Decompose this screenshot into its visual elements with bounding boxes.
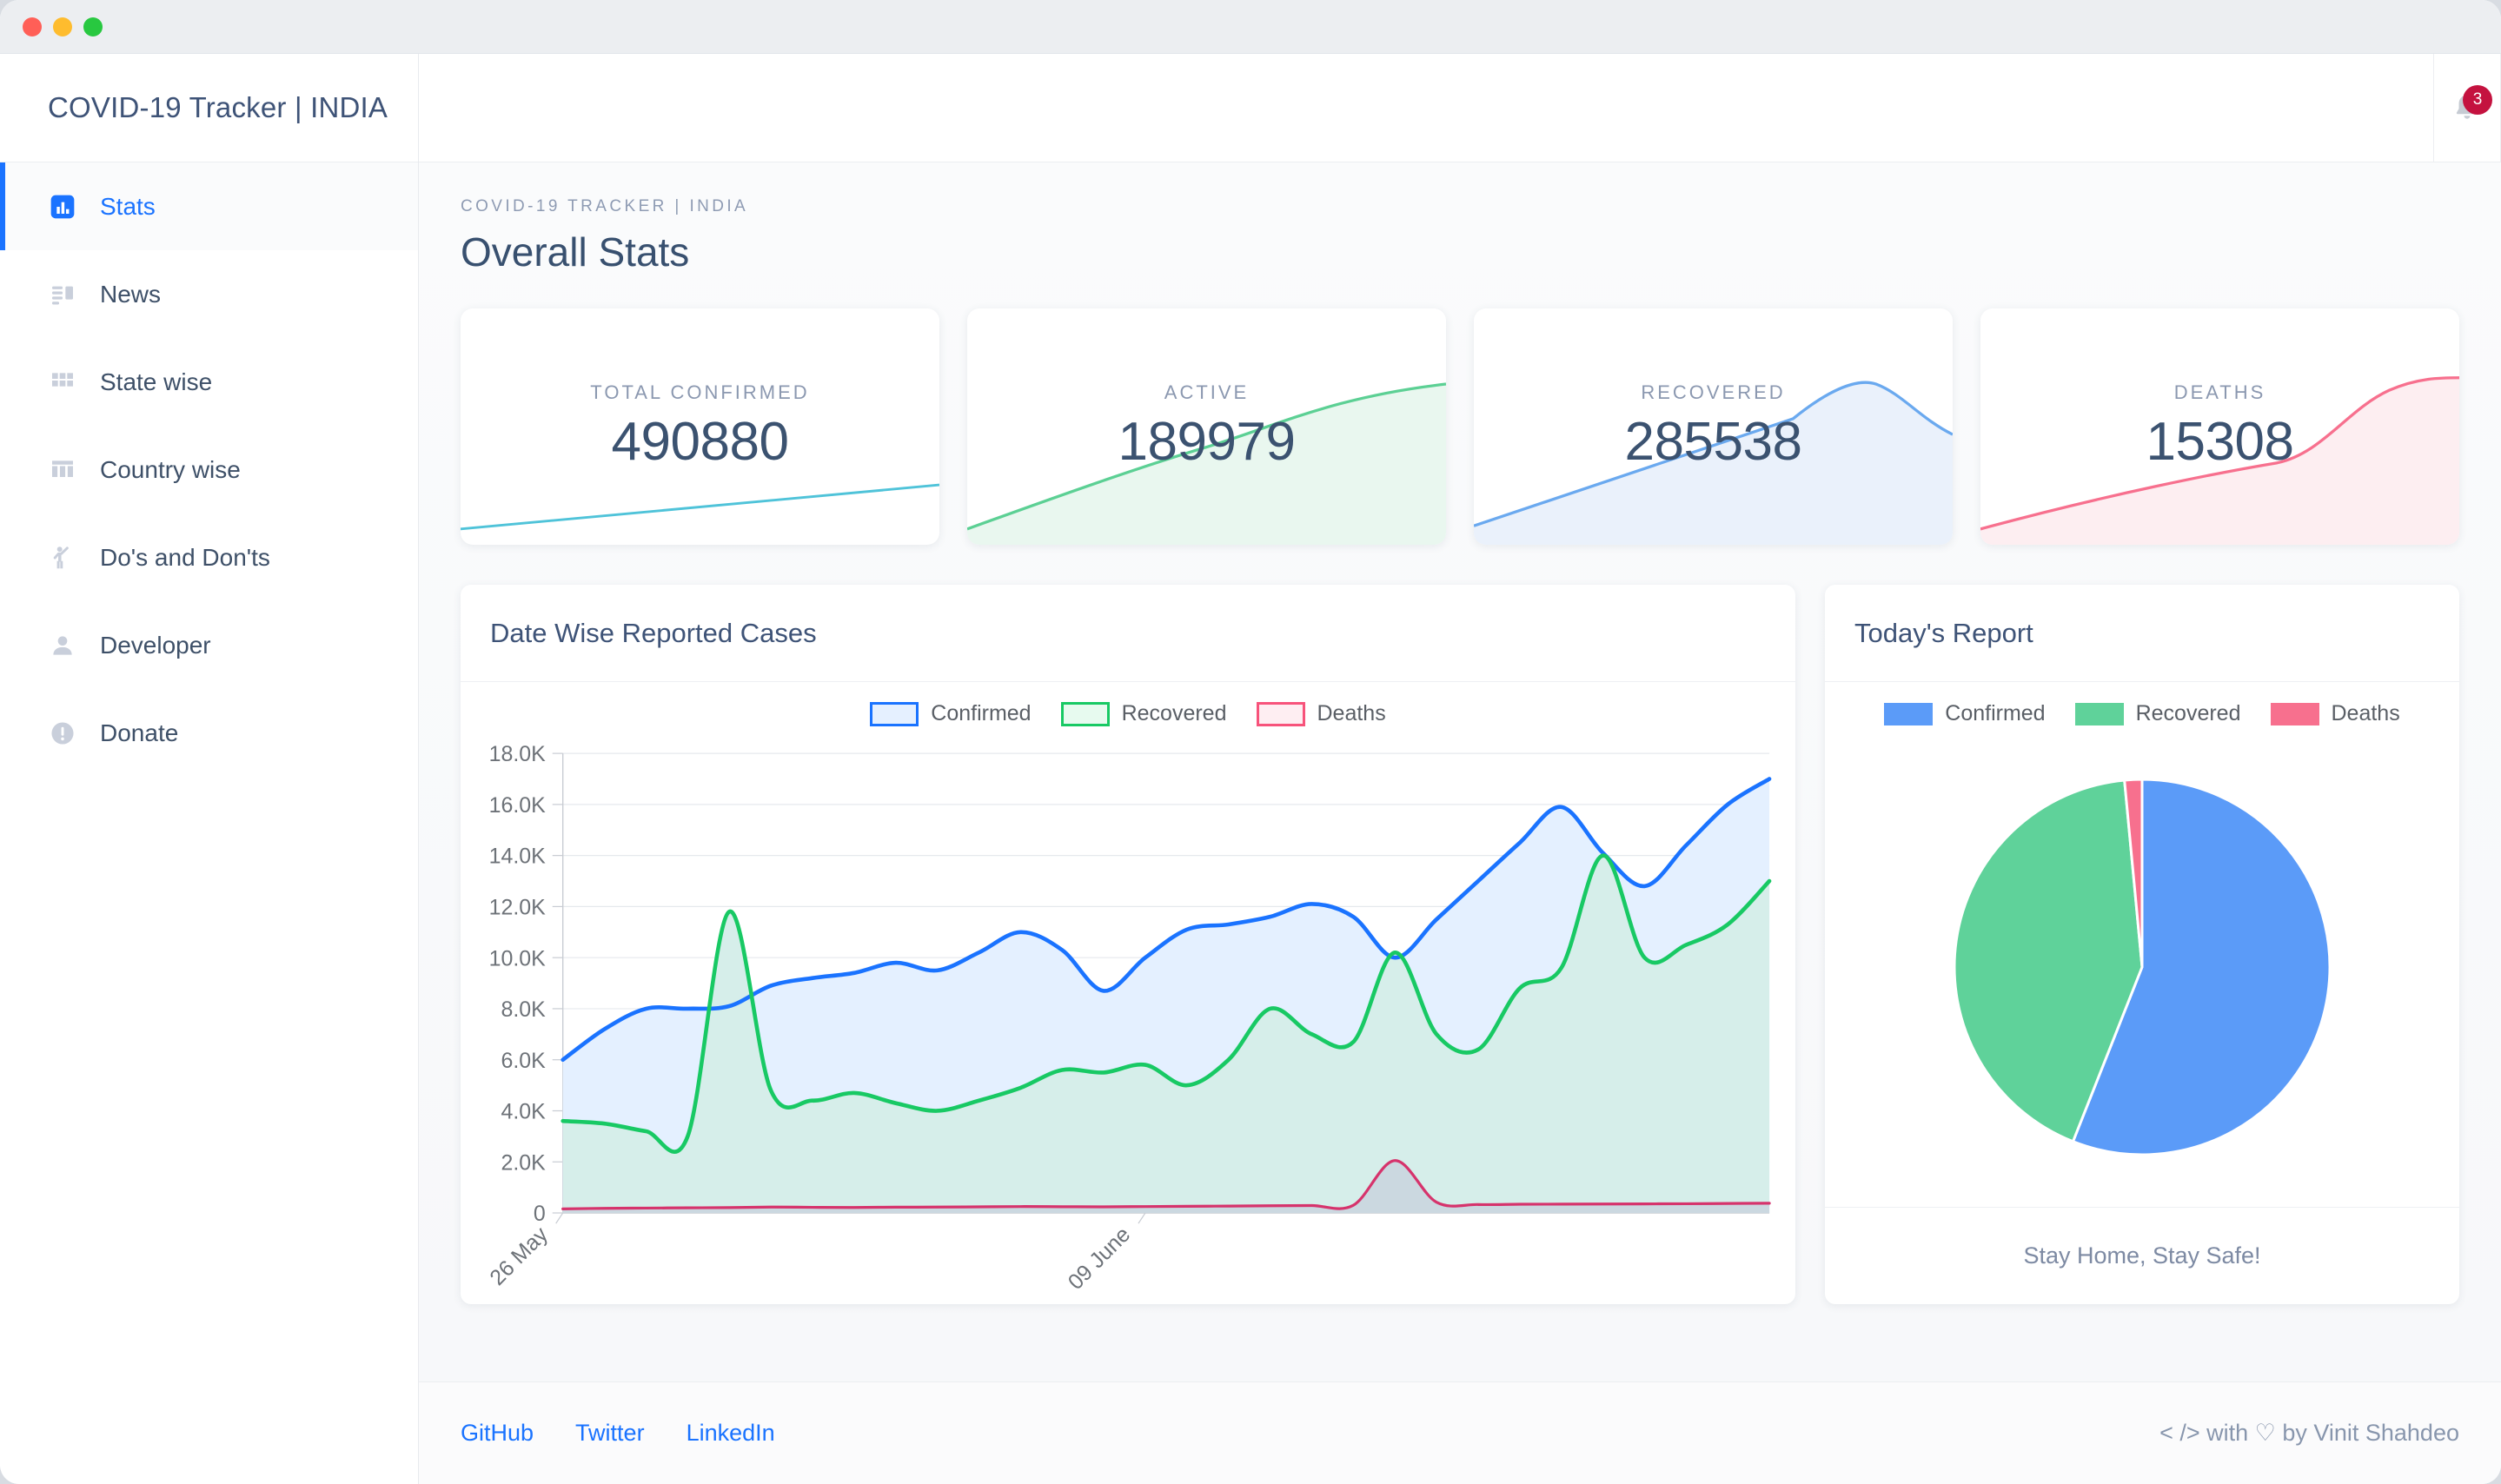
sidebar-item-state-wise[interactable]: State wise (0, 338, 418, 426)
legend-label: Confirmed (1945, 701, 2046, 725)
legend-swatch-recovered (1060, 701, 1110, 726)
stat-card-label: ACTIVE (1164, 381, 1250, 403)
stat-card-label: RECOVERED (1641, 381, 1786, 403)
sidebar-item-dos-and-donts[interactable]: Do's and Don'ts (0, 513, 418, 601)
panel-group: Date Wise Reported Cases Confirmed Recov… (461, 585, 2459, 1304)
line-chart-body: Confirmed Recovered Deaths 0 2.0K 4.0K 6… (461, 682, 1795, 1304)
breadcrumb: COVID-19 TRACKER | INDIA (461, 197, 749, 215)
legend-swatch-deaths (2270, 702, 2319, 725)
notification-count-badge: 3 (2463, 85, 2492, 115)
svg-text:16.0K: 16.0K (489, 793, 546, 818)
sidebar-item-news[interactable]: News (0, 250, 418, 338)
line-chart-plot[interactable]: 0 2.0K 4.0K 6.0K 8.0K 10.0K 12.0K 14.0K 16.0K 18.… (461, 743, 1795, 1304)
grid-icon (48, 368, 77, 397)
app-window: COVID-19 Tracker | INDIA Stats News Stat… (0, 0, 2501, 1484)
footer-link-linkedin[interactable]: LinkedIn (687, 1420, 775, 1447)
svg-text:8.0K: 8.0K (501, 997, 546, 1022)
stat-card-recovered[interactable]: RECOVERED 285538 (1474, 308, 1953, 545)
topbar: 3 (419, 54, 2501, 162)
sidebar-item-label: State wise (100, 368, 213, 395)
legend-swatch-confirmed (1884, 702, 1934, 725)
legend-item-recovered[interactable]: Recovered (2074, 701, 2241, 726)
sidebar-item-label: Developer (100, 631, 211, 659)
sidebar-nav: Stats News State wise Country wise Do's … (0, 162, 418, 777)
svg-text:26 May: 26 May (485, 1222, 553, 1290)
legend-swatch-recovered (2074, 702, 2124, 725)
stat-card-value: 15308 (2146, 411, 2294, 472)
footer-links: GitHub Twitter LinkedIn (461, 1420, 775, 1447)
svg-text:4.0K: 4.0K (501, 1099, 546, 1123)
legend-swatch-deaths (1256, 701, 1305, 726)
zoom-window-button[interactable] (83, 17, 103, 36)
sidebar-item-donate[interactable]: Donate (0, 689, 418, 777)
legend-label: Recovered (2135, 701, 2241, 725)
legend-swatch-confirmed (870, 701, 919, 726)
legend-item-recovered[interactable]: Recovered (1060, 701, 1227, 726)
user-icon (48, 631, 77, 660)
pie-chart-legend: Confirmed Recovered Deaths (1825, 682, 2459, 726)
stat-card-total-confirmed[interactable]: TOTAL CONFIRMED 490880 (461, 308, 939, 545)
pie-chart-plot[interactable] (1825, 726, 2459, 1207)
pie-chart-footer-note: Stay Home, Stay Safe! (1825, 1207, 2459, 1304)
page-content: COVID-19 TRACKER | INDIA Overall Stats T… (419, 162, 2501, 1381)
stat-card-label: DEATHS (2173, 381, 2266, 403)
sidebar-item-label: Donate (100, 719, 179, 746)
legend-item-confirmed[interactable]: Confirmed (1884, 701, 2046, 726)
line-chart-legend: Confirmed Recovered Deaths (461, 682, 1795, 726)
page-title: Overall Stats (461, 229, 690, 275)
sidebar-item-label: Country wise (100, 455, 241, 483)
window-titlebar (0, 0, 2501, 54)
stat-card-group: TOTAL CONFIRMED 490880 ACTIVE 189979 REC… (461, 308, 2459, 545)
legend-item-deaths[interactable]: Deaths (1256, 701, 1386, 726)
svg-text:10.0K: 10.0K (489, 946, 546, 971)
stat-card-label: TOTAL CONFIRMED (590, 381, 810, 403)
legend-item-confirmed[interactable]: Confirmed (870, 701, 1032, 726)
footer-link-github[interactable]: GitHub (461, 1420, 534, 1447)
legend-label: Confirmed (931, 701, 1032, 725)
pie-chart-title: Today's Report (1825, 585, 2459, 682)
svg-text:09 June: 09 June (1064, 1222, 1135, 1295)
app-brand-title: COVID-19 Tracker | INDIA (0, 54, 418, 162)
sidebar-item-label: Stats (100, 192, 156, 220)
sidebar-item-label: Do's and Don'ts (100, 543, 270, 571)
close-window-button[interactable] (23, 17, 42, 36)
stat-card-value: 189979 (1118, 411, 1296, 472)
info-circle-icon (48, 719, 77, 748)
page-footer: GitHub Twitter LinkedIn < /> with ♡ by V… (419, 1381, 2501, 1484)
sidebar-item-developer[interactable]: Developer (0, 601, 418, 689)
stat-card-value: 285538 (1624, 411, 1802, 472)
svg-text:6.0K: 6.0K (501, 1049, 546, 1073)
legend-label: Recovered (1121, 701, 1227, 725)
sidebar-item-label: News (100, 280, 162, 308)
line-chart-panel: Date Wise Reported Cases Confirmed Recov… (461, 585, 1795, 1304)
main-column: 3 COVID-19 TRACKER | INDIA Overall Stats… (419, 54, 2501, 1484)
line-chart-title: Date Wise Reported Cases (461, 585, 1795, 682)
table-columns-icon (48, 455, 77, 485)
minimize-window-button[interactable] (53, 17, 72, 36)
sidebar: COVID-19 Tracker | INDIA Stats News Stat… (0, 54, 419, 1484)
stat-card-deaths[interactable]: DEATHS 15308 (1980, 308, 2459, 545)
footer-link-twitter[interactable]: Twitter (575, 1420, 645, 1447)
sidebar-item-country-wise[interactable]: Country wise (0, 426, 418, 513)
stat-card-active[interactable]: ACTIVE 189979 (967, 308, 1446, 545)
notifications-button[interactable]: 3 (2433, 54, 2501, 162)
news-list-icon (48, 280, 77, 309)
svg-text:14.0K: 14.0K (489, 845, 546, 869)
svg-text:18.0K: 18.0K (489, 743, 546, 766)
stat-card-value: 490880 (611, 411, 789, 472)
pie-chart-panel: Today's Report Confirmed Recovered Death… (1825, 585, 2459, 1304)
legend-label: Deaths (2331, 701, 2400, 725)
person-wave-icon (48, 543, 77, 573)
footer-credit: < /> with ♡ by Vinit Shahdeo (2159, 1420, 2459, 1446)
bar-chart-icon (48, 192, 77, 222)
svg-text:12.0K: 12.0K (489, 895, 546, 919)
legend-item-deaths[interactable]: Deaths (2270, 701, 2400, 726)
sidebar-item-stats[interactable]: Stats (0, 162, 418, 250)
legend-label: Deaths (1317, 701, 1386, 725)
svg-text:2.0K: 2.0K (501, 1150, 546, 1175)
